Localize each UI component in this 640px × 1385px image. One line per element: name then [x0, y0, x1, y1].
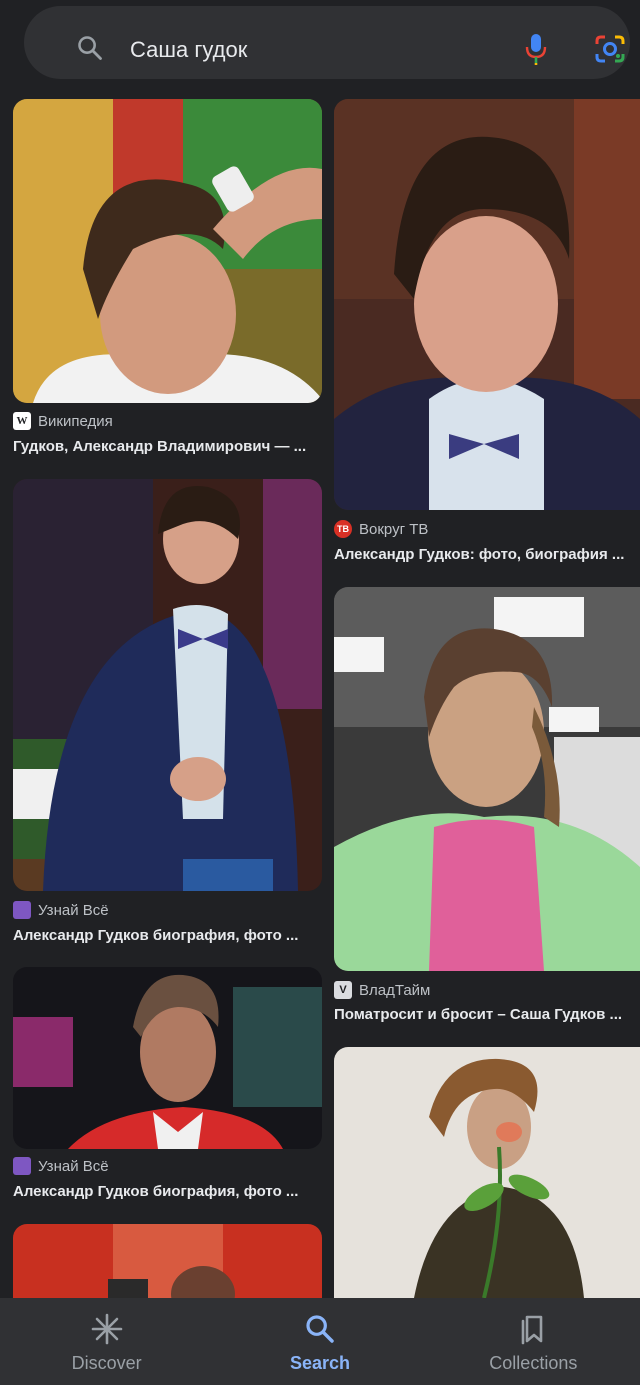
result-image[interactable]	[334, 1047, 640, 1298]
nav-discover-label: Discover	[71, 1353, 142, 1373]
search-icon	[78, 36, 102, 60]
result-title[interactable]: Александр Гудков биография, фото ...	[13, 927, 313, 944]
nav-search[interactable]: Search	[213, 1298, 426, 1385]
search-icon	[306, 1315, 334, 1343]
wikipedia-favicon-icon: W	[13, 412, 31, 430]
result-image[interactable]	[334, 99, 640, 510]
microphone-icon[interactable]	[524, 32, 548, 66]
bookmarks-icon	[522, 1315, 543, 1345]
vokrug-tv-favicon-icon: ТВ	[334, 520, 352, 538]
result-source: ВладТайм	[359, 981, 431, 999]
result-title[interactable]: Поматросит и бросит – Саша Гудков ...	[334, 1006, 630, 1023]
result-image[interactable]	[334, 587, 640, 971]
nav-search-label: Search	[289, 1353, 351, 1373]
result-image[interactable]	[13, 479, 322, 891]
result-image[interactable]	[13, 967, 322, 1149]
result-source: Узнай Всё	[38, 901, 109, 919]
result-title[interactable]: Александр Гудков биография, фото ...	[13, 1183, 313, 1200]
result-title[interactable]: Гудков, Александр Владимирович — ...	[13, 438, 313, 455]
result-source: Узнай Всё	[38, 1157, 109, 1175]
asterisk-icon	[91, 1313, 122, 1345]
nav-discover[interactable]: Discover	[0, 1298, 213, 1385]
nav-collections-label: Collections	[489, 1353, 578, 1373]
search-bar[interactable]: Саша гудок	[24, 6, 630, 79]
result-title[interactable]: Александр Гудков: фото, биография ...	[334, 546, 630, 563]
result-image[interactable]	[13, 1224, 322, 1298]
uznai-vse-favicon-icon	[13, 901, 31, 919]
google-lens-icon[interactable]	[594, 34, 626, 64]
result-image[interactable]	[13, 99, 322, 403]
vladtime-favicon-icon: V	[334, 981, 352, 999]
search-input[interactable]: Саша гудок	[130, 36, 247, 64]
uznai-vse-favicon-icon	[13, 1157, 31, 1175]
result-source: Википедия	[38, 412, 113, 430]
nav-collections[interactable]: Collections	[427, 1298, 640, 1385]
result-source: Вокруг ТВ	[359, 520, 429, 538]
bottom-navigation: Discover Search Collections	[0, 1298, 640, 1385]
